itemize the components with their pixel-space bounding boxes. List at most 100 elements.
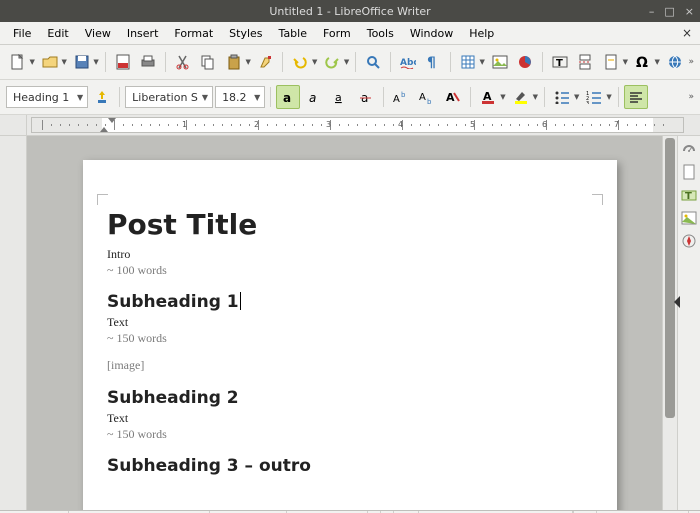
svg-text:b: b: [427, 98, 432, 104]
menu-edit[interactable]: Edit: [40, 25, 75, 42]
undo-icon[interactable]: [288, 50, 312, 74]
svg-text:A: A: [419, 92, 426, 103]
svg-text:¶: ¶: [427, 55, 436, 70]
doc-intro-note[interactable]: ~ 100 words: [107, 263, 587, 279]
toolbar-overflow-icon[interactable]: »: [688, 92, 694, 102]
align-left-icon[interactable]: [624, 85, 648, 109]
svg-text:A: A: [446, 91, 455, 104]
paragraph-style-dropdown[interactable]: Heading 1▼: [6, 86, 88, 108]
page-content[interactable]: Post Title Intro ~ 100 words Subheading …: [107, 208, 587, 479]
export-pdf-icon[interactable]: [111, 50, 135, 74]
horizontal-ruler[interactable]: 1234567: [31, 117, 684, 133]
clear-format-icon[interactable]: A: [441, 85, 465, 109]
font-name-dropdown[interactable]: Liberation S▼: [125, 86, 213, 108]
titlebar: Untitled 1 - LibreOffice Writer – □ ×: [0, 0, 700, 22]
sidebar-navigator-icon[interactable]: [680, 232, 698, 250]
svg-text:T: T: [556, 58, 563, 69]
svg-text:A: A: [393, 94, 400, 104]
formatting-marks-icon[interactable]: ¶: [421, 50, 445, 74]
svg-text:b: b: [401, 91, 406, 99]
formatting-toolbar: Heading 1▼ Liberation S▼ 18.2▼ a a a a A…: [0, 80, 700, 115]
doc-sub3[interactable]: Subheading 3 – outro: [107, 456, 311, 476]
doc-sub1-note[interactable]: ~ 150 words: [107, 331, 587, 347]
document-canvas[interactable]: Post Title Intro ~ 100 words Subheading …: [27, 136, 662, 510]
bullet-list-icon[interactable]: [550, 85, 574, 109]
close-button[interactable]: ×: [685, 5, 694, 18]
sidebar-collapse-icon[interactable]: [674, 296, 680, 308]
textbox-icon[interactable]: T: [548, 50, 572, 74]
save-icon[interactable]: [70, 50, 94, 74]
menu-format[interactable]: Format: [167, 25, 220, 42]
doc-sub2[interactable]: Subheading 2: [107, 388, 239, 408]
menu-bar: File Edit View Insert Format Styles Tabl…: [0, 22, 700, 45]
standard-toolbar: ▼ ▼ ▼ ▼ ▼ ▼ Abc ¶ ▼ T ▼ Ω▼ »: [0, 45, 700, 80]
image-icon[interactable]: [488, 50, 512, 74]
new-doc-icon[interactable]: [6, 50, 30, 74]
maximize-button[interactable]: □: [664, 5, 674, 18]
paste-icon[interactable]: [222, 50, 246, 74]
document-close-icon[interactable]: ×: [682, 26, 692, 40]
number-list-icon[interactable]: 123: [582, 85, 606, 109]
bold-icon[interactable]: a: [276, 85, 300, 109]
vertical-ruler[interactable]: [0, 136, 27, 510]
chart-icon[interactable]: [513, 50, 537, 74]
style-update-icon[interactable]: [90, 85, 114, 109]
subscript-icon[interactable]: Ab: [415, 85, 439, 109]
font-color-icon[interactable]: A: [476, 85, 500, 109]
window-controls: – □ ×: [649, 5, 694, 18]
ruler-corner: [0, 115, 27, 135]
copy-icon[interactable]: [196, 50, 220, 74]
hyperlink-icon[interactable]: [663, 50, 687, 74]
svg-text:Ω: Ω: [636, 55, 648, 70]
menu-help[interactable]: Help: [462, 25, 501, 42]
table-icon[interactable]: [456, 50, 480, 74]
menu-styles[interactable]: Styles: [222, 25, 269, 42]
underline-icon[interactable]: a: [328, 85, 352, 109]
toolbar-overflow-icon[interactable]: »: [688, 57, 694, 67]
page-break-icon[interactable]: [573, 50, 597, 74]
sidebar-properties-icon[interactable]: [680, 140, 698, 158]
field-icon[interactable]: [599, 50, 623, 74]
cut-icon[interactable]: [171, 50, 195, 74]
menu-form[interactable]: Form: [316, 25, 358, 42]
svg-text:T: T: [685, 191, 692, 202]
doc-sub2-note[interactable]: ~ 150 words: [107, 427, 587, 443]
special-char-icon[interactable]: Ω: [631, 50, 655, 74]
scrollbar-thumb[interactable]: [665, 138, 675, 418]
sidebar-styles-icon[interactable]: T: [680, 186, 698, 204]
vertical-scrollbar[interactable]: [662, 136, 677, 510]
doc-intro-label[interactable]: Intro: [107, 247, 587, 263]
clone-format-icon[interactable]: [254, 50, 278, 74]
doc-sub1[interactable]: Subheading 1: [107, 292, 239, 312]
italic-icon[interactable]: a: [302, 85, 326, 109]
sidebar-gallery-icon[interactable]: [680, 209, 698, 227]
menu-tools[interactable]: Tools: [360, 25, 401, 42]
sidebar-page-icon[interactable]: [680, 163, 698, 181]
window-title: Untitled 1 - LibreOffice Writer: [269, 5, 430, 18]
ruler-row: 1234567: [0, 115, 700, 136]
menu-file[interactable]: File: [6, 25, 38, 42]
highlight-icon[interactable]: [509, 85, 533, 109]
find-icon[interactable]: [361, 50, 385, 74]
superscript-icon[interactable]: Ab: [389, 85, 413, 109]
font-size-dropdown[interactable]: 18.2▼: [215, 86, 265, 108]
menu-table[interactable]: Table: [272, 25, 314, 42]
spellcheck-icon[interactable]: Abc: [396, 50, 420, 74]
strikethrough-icon[interactable]: a: [354, 85, 378, 109]
page[interactable]: Post Title Intro ~ 100 words Subheading …: [83, 160, 617, 510]
doc-image-placeholder[interactable]: [image]: [107, 358, 587, 374]
doc-title[interactable]: Post Title: [107, 208, 587, 241]
doc-sub1-text[interactable]: Text: [107, 315, 587, 331]
svg-text:Abc: Abc: [400, 58, 416, 68]
sidebar: T: [677, 136, 700, 510]
doc-sub2-text[interactable]: Text: [107, 411, 587, 427]
menu-insert[interactable]: Insert: [120, 25, 166, 42]
minimize-button[interactable]: –: [649, 5, 655, 18]
print-icon[interactable]: [136, 50, 160, 74]
menu-view[interactable]: View: [78, 25, 118, 42]
svg-text:a: a: [335, 91, 342, 104]
menu-window[interactable]: Window: [403, 25, 460, 42]
text-cursor: [240, 292, 241, 310]
open-icon[interactable]: [38, 50, 62, 74]
redo-icon[interactable]: [320, 50, 344, 74]
